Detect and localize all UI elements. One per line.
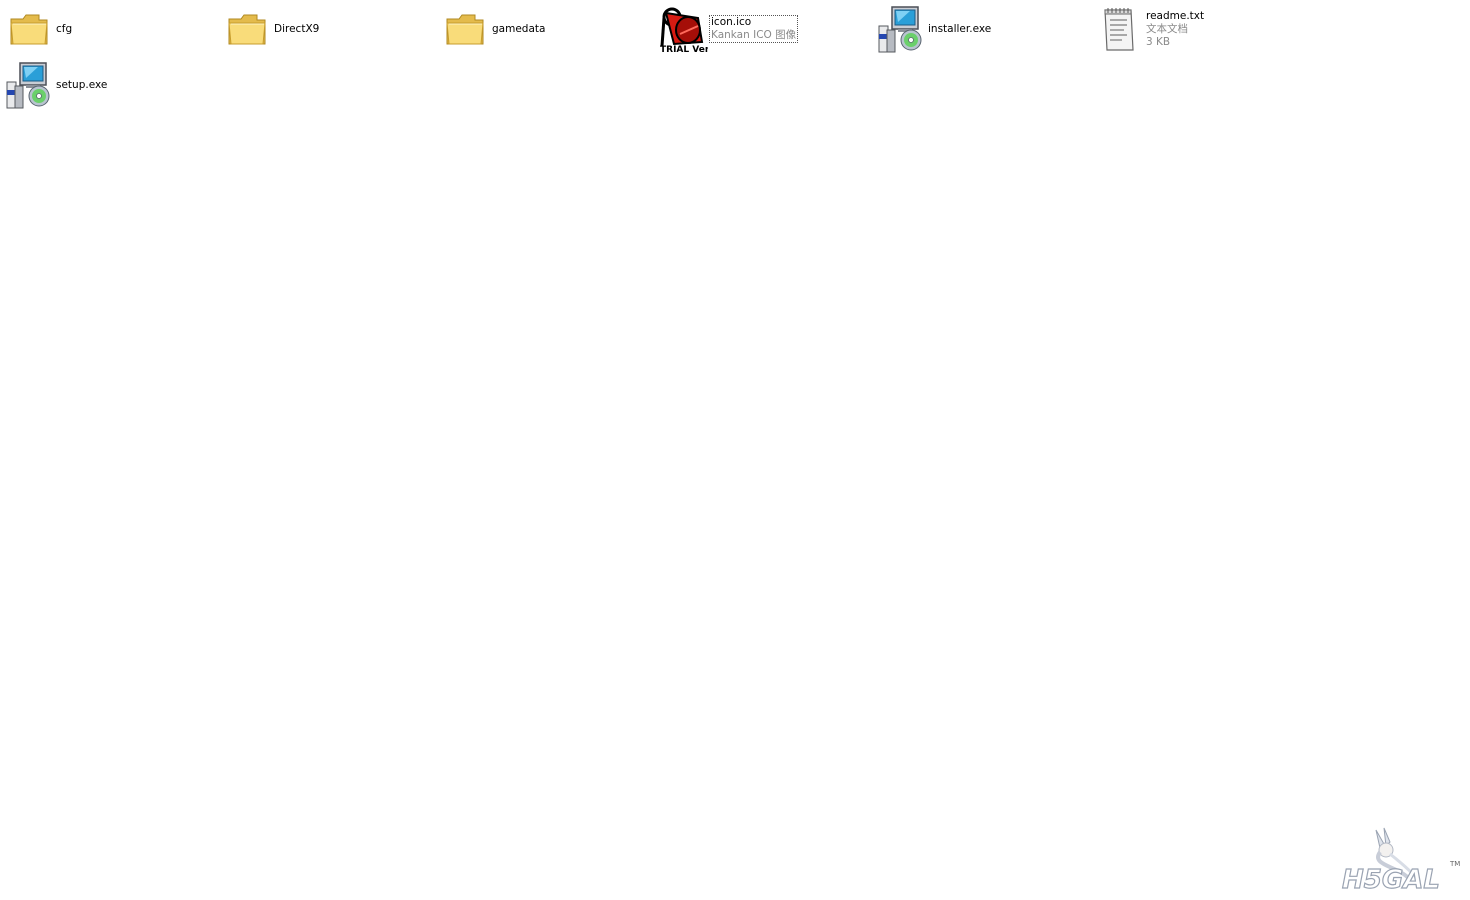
- file-type: Kankan ICO 图像: [711, 29, 797, 41]
- file-item-gamedata[interactable]: gamedata: [440, 4, 545, 54]
- file-name: icon.ico: [711, 16, 752, 28]
- file-name: DirectX9: [274, 22, 320, 35]
- file-item-setup-exe[interactable]: setup.exe: [4, 60, 107, 110]
- file-name: setup.exe: [56, 78, 108, 91]
- h5gal-logo-icon: H5GAL TM: [1340, 826, 1464, 896]
- file-item-cfg[interactable]: cfg: [4, 4, 72, 54]
- folder-icon: [4, 4, 54, 54]
- watermark-tm: TM: [1449, 860, 1460, 868]
- file-name: gamedata: [492, 22, 546, 35]
- file-item-readme-txt[interactable]: readme.txt 文本文档 3 KB: [1094, 4, 1204, 54]
- folder-icon: [440, 4, 490, 54]
- file-item-directx9[interactable]: DirectX9: [222, 4, 319, 54]
- trial-ver-icon: TRIAL Ver: [658, 4, 708, 54]
- file-name: cfg: [56, 22, 73, 35]
- selected-item-label: icon.ico Kankan ICO 图像: [708, 15, 799, 43]
- file-item-icon-ico[interactable]: TRIAL Ver icon.ico Kankan ICO 图像: [658, 4, 799, 54]
- file-list-view[interactable]: cfg DirectX9 gamedata TRIAL Ver icon.ico…: [0, 0, 1470, 900]
- file-item-installer-exe[interactable]: installer.exe: [876, 4, 991, 54]
- file-type: 文本文档: [1146, 22, 1188, 35]
- file-name: readme.txt: [1146, 9, 1205, 22]
- watermark-text: H5GAL: [1342, 865, 1440, 895]
- installer-icon: [876, 4, 926, 54]
- file-name: installer.exe: [928, 22, 992, 35]
- installer-icon: [4, 60, 54, 110]
- file-size: 3 KB: [1146, 35, 1171, 48]
- folder-icon: [222, 4, 272, 54]
- icon-caption: TRIAL Ver: [660, 45, 708, 54]
- text-document-icon: [1094, 4, 1144, 54]
